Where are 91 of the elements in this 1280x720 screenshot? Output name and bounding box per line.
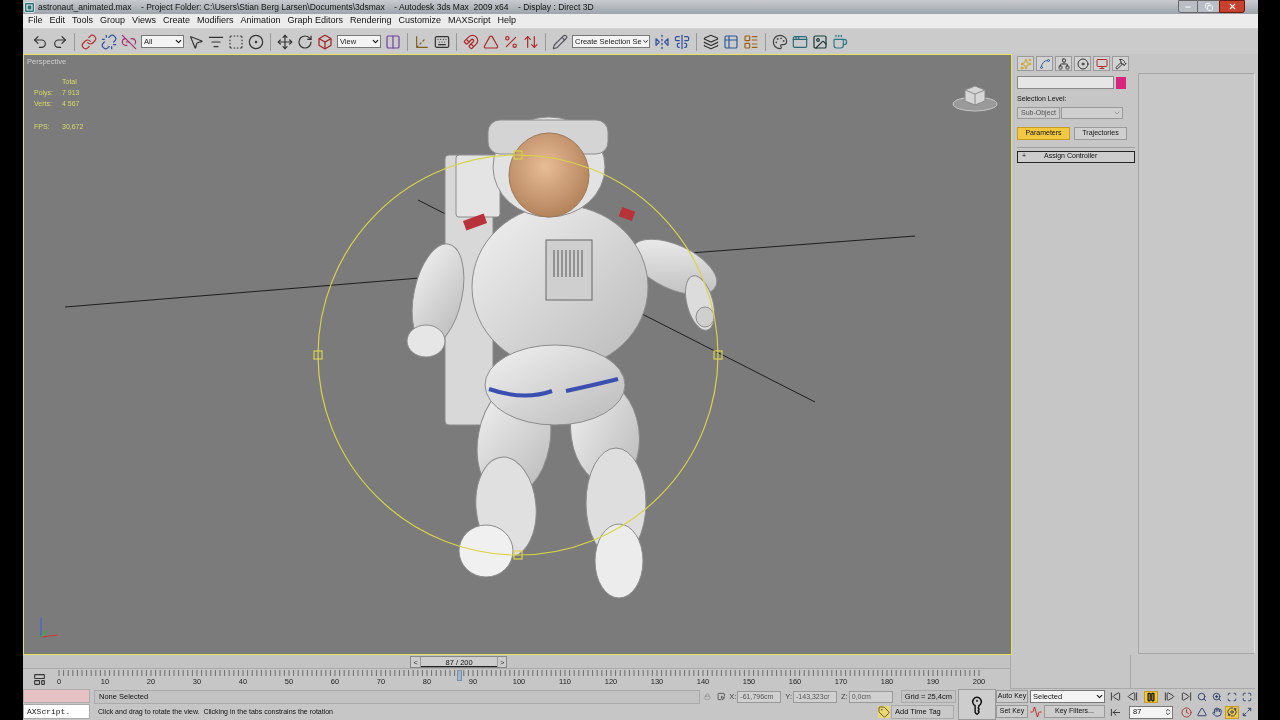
menu-item[interactable]: Animation: [240, 14, 281, 28]
close-button[interactable]: [1219, 0, 1245, 13]
play-pause-button[interactable]: [1144, 690, 1158, 703]
dropdown-caret-icon: [174, 37, 183, 46]
panel-layout-icon[interactable]: [32, 672, 46, 686]
list-layout-icon[interactable]: [743, 33, 759, 50]
hammer-icon: [1114, 57, 1127, 70]
sparkles-icon: [1019, 57, 1032, 70]
menu-item[interactable]: File: [28, 14, 43, 28]
close-icon: [1227, 2, 1237, 11]
up-down-arrows-icon[interactable]: [523, 33, 539, 50]
expand-icon: [1241, 707, 1252, 718]
menu-item[interactable]: Modifiers: [196, 14, 234, 28]
pencil-icon[interactable]: [552, 33, 568, 50]
window-icon[interactable]: [792, 33, 808, 50]
menu-item[interactable]: Graph Editors: [287, 14, 343, 28]
rotate-icon[interactable]: [297, 33, 313, 50]
palette-icon[interactable]: [772, 33, 788, 50]
link-icon[interactable]: [81, 33, 97, 50]
key-button[interactable]: [958, 689, 996, 720]
app-icon[interactable]: [24, 1, 35, 13]
keyboard-icon[interactable]: [434, 33, 450, 50]
percent-icon[interactable]: [503, 33, 519, 50]
menu-item[interactable]: Edit: [49, 14, 66, 28]
menu-item[interactable]: Rendering: [350, 14, 392, 28]
menu-item[interactable]: Create: [162, 14, 190, 28]
zoom-in-icon: [1211, 691, 1222, 702]
script-listener-input[interactable]: AXScript.: [23, 704, 90, 719]
skip-forward-icon[interactable]: [1181, 691, 1192, 702]
menu-item[interactable]: Customize: [398, 14, 442, 28]
color-swatch-icon[interactable]: [1116, 76, 1126, 89]
tag-icon[interactable]: [878, 706, 890, 718]
layers-icon[interactable]: [703, 33, 719, 50]
pulse-icon[interactable]: [1030, 705, 1042, 718]
name-input-field[interactable]: [1017, 76, 1114, 89]
mirror-icon[interactable]: [654, 33, 670, 50]
move-icon[interactable]: [277, 33, 293, 50]
menu-item[interactable]: Views: [132, 14, 156, 28]
curve-icon: [1038, 57, 1051, 70]
hand-icon: [1211, 707, 1222, 718]
menu-item[interactable]: MAXScript: [448, 14, 491, 28]
axis-icon[interactable]: [414, 33, 430, 50]
command-panel-tab[interactable]: [1093, 56, 1110, 71]
broken-link-icon[interactable]: [101, 33, 117, 50]
undo-icon[interactable]: [32, 33, 48, 50]
arrow-to-line-icon[interactable]: [1110, 706, 1121, 718]
monitor-icon: [1095, 57, 1108, 70]
cube-icon[interactable]: [317, 33, 333, 50]
hierarchy-icon: [1057, 57, 1070, 70]
dropdown-caret-icon: [1095, 692, 1104, 701]
crossed-link-icon[interactable]: [121, 33, 137, 50]
command-panel-tab[interactable]: [1055, 56, 1072, 71]
command-panel-tab[interactable]: [1036, 56, 1053, 71]
scan-icon: [1226, 691, 1237, 702]
pointer-icon[interactable]: [188, 33, 204, 50]
viewport-nav-button[interactable]: [1194, 705, 1209, 719]
restore-button[interactable]: [1198, 0, 1219, 13]
command-panel-tab[interactable]: [1074, 56, 1091, 71]
disc-icon: [1076, 57, 1089, 70]
menu-item[interactable]: Tools: [72, 14, 94, 28]
window-title: astronaut_animated.max - Project Folder: C:\Users\Stian Berg Larsen\Documents\3dsmax - Autodesk 3ds Max 2009 x64 - Display : Direct 3D: [38, 0, 594, 14]
triangle-icon: [1196, 707, 1207, 718]
script-listener-field[interactable]: [23, 689, 90, 703]
corners-icon: [1241, 691, 1252, 702]
dropdown-caret-icon: [371, 37, 380, 46]
axis-tripod-icon: [38, 616, 60, 640]
orbit-icon: [1226, 707, 1237, 718]
search-icon: [1196, 691, 1207, 702]
menu-item[interactable]: Help: [497, 14, 517, 28]
step-forward-icon[interactable]: [1164, 691, 1175, 702]
circle-dot-icon[interactable]: [248, 33, 264, 50]
columns-icon[interactable]: [385, 33, 401, 50]
align-icon[interactable]: [674, 33, 690, 50]
clock-icon[interactable]: [1181, 706, 1192, 718]
viewport-nav-button[interactable]: [1209, 705, 1224, 719]
square-pointer-icon[interactable]: [716, 691, 726, 702]
command-panel-tab[interactable]: [1112, 56, 1129, 71]
redo-icon[interactable]: [52, 33, 68, 50]
step-back-icon[interactable]: [1127, 691, 1138, 702]
menu-item[interactable]: Group: [100, 14, 126, 28]
dropdown-caret-icon: [641, 37, 649, 46]
restore-icon: [1204, 2, 1213, 11]
viewport-nav-button[interactable]: [1224, 705, 1239, 719]
pause-icon: [1146, 691, 1156, 702]
current-frame-marker[interactable]: [456, 670, 462, 681]
spinner-arrows-icon: [1164, 707, 1172, 717]
magnet-icon[interactable]: [463, 33, 479, 50]
skip-back-icon[interactable]: [1110, 691, 1121, 702]
minimize-button[interactable]: [1178, 0, 1198, 13]
triangle-icon[interactable]: [483, 33, 499, 50]
image-icon[interactable]: [812, 33, 828, 50]
